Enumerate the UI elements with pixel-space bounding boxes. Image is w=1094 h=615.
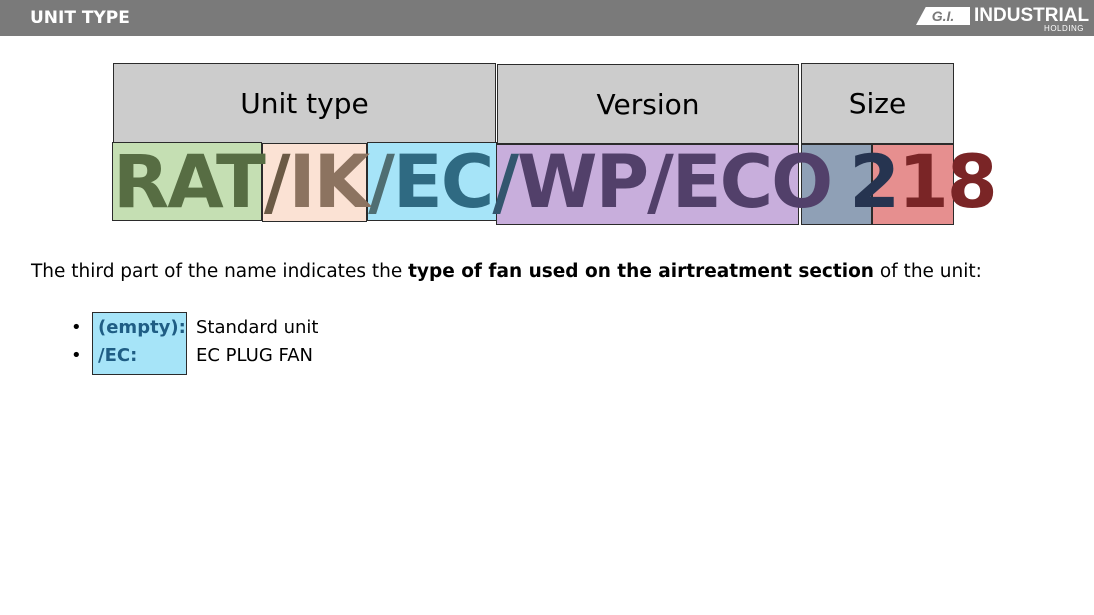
header-version: Version <box>497 64 799 144</box>
intro-bold: type of fan used on the airtreatment sec… <box>408 261 874 282</box>
header-size: Size <box>801 63 954 144</box>
code-ik: IK <box>288 140 371 225</box>
bullet-1: • <box>71 317 82 338</box>
code-wp-eco: WP/ECO <box>517 140 833 225</box>
header-unit-type: Unit type <box>113 63 496 144</box>
bullet-2: • <box>71 345 82 366</box>
logo-mark: G.I. <box>916 7 970 25</box>
title-bar: UNIT TYPE G.I. INDUSTRIAL HOLDING <box>0 0 1094 36</box>
list-key-empty: (empty): <box>98 317 186 338</box>
intro-after: of the unit: <box>873 261 982 282</box>
code-size-digit-1: 2 <box>849 140 900 225</box>
code-rat: RAT <box>113 140 266 225</box>
slide-title: UNIT TYPE <box>30 8 130 28</box>
code-slash-2: / <box>368 140 395 225</box>
list-key-ec: /EC: <box>98 345 138 366</box>
list-value-ec-plug-fan: EC PLUG FAN <box>196 345 313 366</box>
code-slash-3: / <box>492 140 519 225</box>
code-ec: EC <box>392 140 494 225</box>
gi-industrial-logo: G.I. INDUSTRIAL HOLDING <box>916 5 1089 33</box>
code-size-digits-2: 18 <box>898 140 998 225</box>
intro-before: The third part of the name indicates the <box>31 261 409 282</box>
logo-subtext: HOLDING <box>1044 24 1084 33</box>
list-value-standard: Standard unit <box>196 317 319 338</box>
intro-text: The third part of the name indicates the… <box>31 261 982 282</box>
code-slash-1: / <box>263 140 291 225</box>
unit-code: RAT/IK/EC/WP/ECO 218 <box>113 138 998 228</box>
